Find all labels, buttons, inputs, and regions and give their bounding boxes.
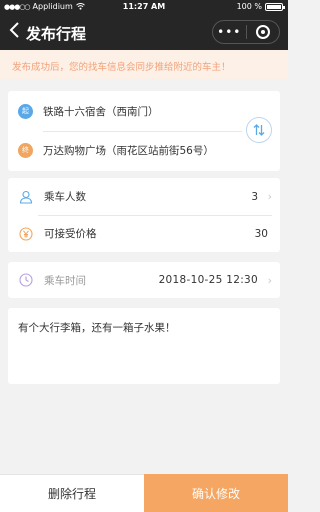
departure-time-label: 乘车时间	[44, 274, 86, 287]
swap-locations-button[interactable]	[246, 117, 272, 143]
chevron-right-icon: ›	[267, 190, 272, 203]
chevron-right-icon: ›	[267, 273, 272, 287]
start-location: 铁路十六宿舍（西南门）	[43, 105, 159, 118]
battery-icon	[265, 2, 285, 11]
confirm-edit-button[interactable]: 确认修改	[144, 474, 288, 512]
price-value[interactable]: 30	[255, 228, 268, 240]
end-location: 万达购物广场（雨花区站前街56号）	[43, 144, 214, 157]
start-badge: 起	[18, 103, 33, 119]
remark-box[interactable]: 有个大行李箱，还有一箱子水果！	[8, 308, 280, 384]
notice-banner: 发布成功后，您的找车信息会同步推给附近的车主！	[0, 50, 288, 79]
remark-text: 有个大行李箱，还有一箱子水果！	[18, 322, 176, 334]
back-arrow-icon[interactable]	[8, 20, 20, 40]
more-icon[interactable]: •••	[213, 25, 246, 39]
nav-bar: 发布行程 •••	[0, 14, 288, 50]
battery-percent: 100 %	[236, 2, 262, 11]
start-location-row[interactable]: 起 铁路十六宿舍（西南门）	[18, 101, 159, 121]
route-card: 起 铁路十六宿舍（西南门） 终 万达购物广场（雨花区站前街56号）	[8, 91, 280, 171]
departure-time-row[interactable]: 乘车时间 2018-10-25 12:30 ›	[8, 262, 280, 298]
mini-program-capsule: •••	[212, 20, 280, 44]
action-bar: 删除行程 确认修改	[0, 474, 288, 512]
trip-info-card: 乘车人数 3 › 可接受价格 30	[8, 178, 280, 252]
close-mini-program-button[interactable]	[247, 25, 280, 39]
clock-icon	[18, 272, 34, 288]
end-location-row[interactable]: 终 万达购物广场（雨花区站前街56号）	[18, 140, 214, 160]
status-bar: ●●●○○ Applidium 11:27 AM 100 %	[0, 0, 288, 14]
page-title: 发布行程	[26, 25, 87, 43]
price-row[interactable]: 可接受价格 30	[16, 215, 272, 252]
yen-icon	[18, 226, 34, 242]
passenger-count-value: 3	[251, 190, 258, 203]
swap-icon	[253, 124, 265, 136]
delete-trip-button[interactable]: 删除行程	[0, 474, 144, 512]
passenger-count-row[interactable]: 乘车人数 3 ›	[16, 178, 272, 215]
person-icon	[18, 189, 34, 205]
passenger-count-label: 乘车人数	[44, 191, 86, 203]
end-badge: 终	[18, 142, 33, 158]
price-label: 可接受价格	[44, 228, 97, 240]
target-icon	[255, 25, 270, 39]
departure-time-value: 2018-10-25 12:30	[158, 274, 258, 286]
